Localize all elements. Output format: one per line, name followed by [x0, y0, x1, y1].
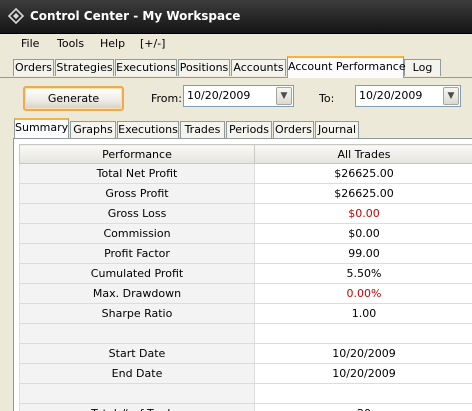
metric-value [254, 323, 472, 344]
tab-executions-report[interactable]: Executions [117, 121, 179, 138]
tab-summary[interactable]: Summary [14, 118, 69, 138]
performance-table: Performance All Trades Total Net Profit $… [19, 144, 472, 411]
tab-graphs[interactable]: Graphs [70, 121, 116, 138]
tab-positions[interactable]: Positions [178, 59, 230, 76]
menu-file[interactable]: File [21, 37, 39, 50]
metric-value: 99.00 [254, 243, 472, 264]
table-body: Total Net Profit $26625.00 Gross Profit $26… [19, 163, 472, 411]
metric-value: $0.00 [254, 203, 472, 224]
menu-help[interactable]: Help [100, 37, 125, 50]
tab-account-performance[interactable]: Account Performance [287, 56, 406, 78]
summary-panel: Performance All Trades Total Net Profit $… [13, 138, 472, 411]
menu-expand-toggle[interactable]: [+/-] [140, 37, 165, 50]
tab-log[interactable]: Log [404, 59, 441, 76]
app-diamond-icon [8, 8, 24, 24]
metric-label: Gross Loss [19, 203, 255, 224]
metric-value: 20 [254, 403, 472, 411]
table-row[interactable] [19, 383, 472, 404]
metric-label: Total Net Profit [19, 163, 255, 184]
table-row[interactable]: Profit Factor 99.00 [19, 243, 472, 264]
metric-label: End Date [19, 363, 255, 384]
metric-value: 10/20/2009 [254, 363, 472, 384]
table-row[interactable]: Sharpe Ratio 1.00 [19, 303, 472, 324]
window-titlebar[interactable]: Control Center - My Workspace [0, 0, 472, 34]
from-label: From: [151, 92, 182, 105]
metric-label: Profit Factor [19, 243, 255, 264]
to-date-picker[interactable]: 10/20/2009 ▼ [355, 85, 461, 107]
to-label: To: [319, 92, 335, 105]
metric-label: Gross Profit [19, 183, 255, 204]
tab-executions[interactable]: Executions [115, 59, 177, 76]
metric-label: Commission [19, 223, 255, 244]
table-row[interactable]: Start Date 10/20/2009 [19, 343, 472, 364]
tab-journal[interactable]: Journal [315, 121, 359, 138]
metric-value [254, 383, 472, 404]
from-date-value: 10/20/2009 [187, 89, 251, 102]
generate-button[interactable]: Generate [23, 86, 124, 111]
metric-value: $26625.00 [254, 183, 472, 204]
metric-label: Total # of Trades [19, 403, 255, 411]
chevron-down-icon[interactable]: ▼ [276, 87, 292, 105]
menu-bar: File Tools Help [+/-] [0, 34, 472, 54]
metric-value: $26625.00 [254, 163, 472, 184]
table-row[interactable]: Total Net Profit $26625.00 [19, 163, 472, 184]
column-header-performance[interactable]: Performance [19, 144, 255, 164]
main-tab-strip: Orders Strategies Executions Positions A… [0, 55, 472, 78]
window-title: Control Center - My Workspace [30, 9, 241, 23]
report-tab-strip: Summary Graphs Executions Trades Periods… [0, 118, 472, 138]
metric-label [19, 383, 255, 404]
table-row[interactable]: Gross Loss $0.00 [19, 203, 472, 224]
from-date-picker[interactable]: 10/20/2009 ▼ [183, 85, 294, 107]
metric-label: Cumulated Profit [19, 263, 255, 284]
metric-label: Max. Drawdown [19, 283, 255, 304]
metric-value: $0.00 [254, 223, 472, 244]
tab-orders[interactable]: Orders [13, 59, 54, 76]
tab-strategies[interactable]: Strategies [55, 59, 114, 76]
table-row[interactable]: End Date 10/20/2009 [19, 363, 472, 384]
tab-periods[interactable]: Periods [226, 121, 272, 138]
metric-value: 0.00% [254, 283, 472, 304]
table-row[interactable]: Total # of Trades20 [19, 403, 472, 411]
table-row[interactable]: Commission $0.00 [19, 223, 472, 244]
metric-label: Sharpe Ratio [19, 303, 255, 324]
metric-value: 5.50% [254, 263, 472, 284]
chevron-down-icon[interactable]: ▼ [443, 87, 459, 105]
tab-accounts[interactable]: Accounts [231, 59, 286, 76]
table-row[interactable]: Cumulated Profit 5.50% [19, 263, 472, 284]
metric-value: 10/20/2009 [254, 343, 472, 364]
table-row[interactable] [19, 323, 472, 344]
table-row[interactable]: Gross Profit $26625.00 [19, 183, 472, 204]
tab-trades[interactable]: Trades [180, 121, 225, 138]
menu-tools[interactable]: Tools [57, 37, 84, 50]
to-date-value: 10/20/2009 [359, 89, 423, 102]
metric-value: 1.00 [254, 303, 472, 324]
metric-label [19, 323, 255, 344]
table-row[interactable]: Max. Drawdown 0.00% [19, 283, 472, 304]
metric-label: Start Date [19, 343, 255, 364]
column-header-all-trades[interactable]: All Trades [254, 144, 472, 164]
tab-orders-report[interactable]: Orders [273, 121, 314, 138]
table-header-row: Performance All Trades [19, 144, 472, 164]
